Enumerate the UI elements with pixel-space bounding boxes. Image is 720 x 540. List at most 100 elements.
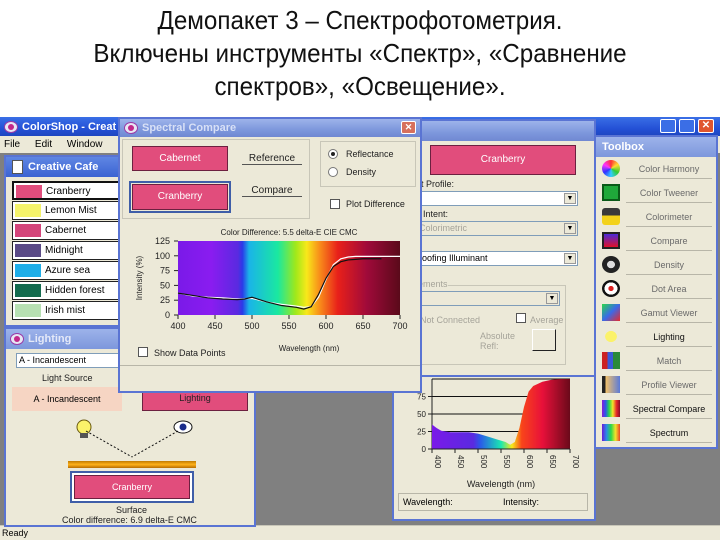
- x-tick-label: 650: [548, 455, 557, 469]
- toolbox-titlebar[interactable]: Toolbox: [596, 137, 716, 157]
- swatch-list-item[interactable]: Azure sea: [12, 261, 120, 280]
- profile-icon: [602, 376, 620, 393]
- reference-swatch[interactable]: Cabernet: [132, 146, 228, 171]
- toolbox-item-color-tweener[interactable]: Color Tweener: [596, 181, 716, 205]
- palette-titlebar[interactable]: Creative Cafe: [6, 157, 120, 177]
- density-label: Density: [346, 167, 377, 177]
- close-button[interactable]: ✕: [698, 119, 714, 133]
- absolute-refl-button[interactable]: [532, 329, 556, 351]
- slide-title: Демопакет 3 – Спектрофотометрия. Включен…: [25, 0, 695, 115]
- toolbox-item-spectrum[interactable]: Spectrum: [596, 421, 716, 445]
- plot-difference-checkbox[interactable]: [330, 199, 340, 209]
- colorimeter-icon: [602, 208, 620, 225]
- menu-file[interactable]: File: [4, 139, 20, 150]
- status-bar: Ready: [0, 525, 720, 540]
- show-data-points-checkbox[interactable]: [138, 347, 148, 357]
- toolbox-item-profile-viewer[interactable]: Profile Viewer: [596, 373, 716, 397]
- light-source-select-value: A - Incandescent: [19, 355, 87, 365]
- reference-button[interactable]: Reference: [242, 153, 302, 165]
- swatch-color-chip: [15, 244, 41, 257]
- toolbox-item-label: Spectral Compare: [626, 399, 712, 419]
- y-tick-label: 50: [160, 280, 170, 290]
- chevron-down-icon: ▼: [546, 293, 558, 304]
- palette-window: Creative Cafe Cranberry Lemon Mist Caberne…: [4, 155, 122, 327]
- x-axis-label: Wavelength (nm): [467, 479, 535, 489]
- spectral-compare-close-button[interactable]: ✕: [401, 121, 416, 134]
- swatch-list-item[interactable]: Cranberry: [12, 181, 120, 200]
- light-source-select[interactable]: A - Incandescent: [16, 353, 124, 368]
- settings-titlebar[interactable]: [416, 121, 594, 141]
- density-radio[interactable]: [328, 167, 338, 177]
- toolbox-item-label: Dot Area: [626, 279, 712, 299]
- swatch-list-item[interactable]: Cabernet: [12, 221, 120, 240]
- settings-swatch[interactable]: Cranberry: [430, 145, 576, 175]
- y-tick-label: 50: [417, 410, 426, 419]
- x-tick-label: 650: [355, 321, 370, 331]
- toolbox-item-label: Match: [626, 351, 712, 371]
- reflectance-radio[interactable]: [328, 149, 338, 159]
- lighting-diagram: [76, 419, 193, 458]
- palette-title: Creative Cafe: [28, 161, 99, 173]
- illuminant-select[interactable]: roofing Illuminant ▼: [416, 251, 578, 266]
- swatch-list-item[interactable]: Lemon Mist: [12, 201, 120, 220]
- x-tick-label: 400: [433, 455, 442, 469]
- spectrum-readout: Wavelength: Intensity:: [398, 493, 588, 511]
- y-tick-label: 25: [160, 295, 170, 305]
- menu-window[interactable]: Window: [67, 139, 103, 150]
- swatch-color-chip: [16, 185, 42, 198]
- toolbox-item-match[interactable]: Match: [596, 349, 716, 373]
- toolbox-item-label: Color Harmony: [626, 159, 712, 179]
- toolbox-item-color-harmony[interactable]: Color Harmony: [596, 157, 716, 181]
- desktop-screen: ColorShop - Creat ✕ File Edit Window Hel…: [0, 117, 720, 540]
- light-source-label: Light Source: [42, 373, 93, 383]
- toolbox-item-dot-area[interactable]: Dot Area: [596, 277, 716, 301]
- slide-title-line-2: Включены инструменты «Спектр», «Сравнени…: [93, 38, 627, 68]
- x-axis-label: Wavelength (nm): [279, 344, 340, 353]
- spectral-compare-divider: [120, 365, 420, 366]
- compare-swatch[interactable]: Cranberry: [132, 184, 228, 210]
- toolbox-item-label: Profile Viewer: [626, 375, 712, 395]
- spectral-compare-titlebar[interactable]: Spectral Compare ✕: [120, 119, 420, 137]
- status-text: Ready: [2, 528, 29, 538]
- chevron-down-icon: ▼: [564, 253, 576, 264]
- toolbox-title: Toolbox: [602, 141, 644, 153]
- swatch-list-item[interactable]: Midnight: [12, 241, 120, 260]
- connection-status: Not Connected: [420, 315, 481, 325]
- toolbox-item-lighting[interactable]: Lighting: [596, 325, 716, 349]
- average-checkbox[interactable]: [516, 313, 526, 323]
- spectral-compare-window: Spectral Compare ✕ Cabernet Cranberry Re…: [118, 117, 422, 393]
- toolbox-item-compare[interactable]: Compare: [596, 229, 716, 253]
- toolbox-item-density[interactable]: Density: [596, 253, 716, 277]
- compare-icon: [602, 232, 620, 249]
- surface-swatch[interactable]: Cranberry: [74, 475, 190, 499]
- x-tick-label: 550: [502, 455, 511, 469]
- swatch-color-chip: [15, 284, 41, 297]
- swatch-name: Irish mist: [45, 305, 85, 316]
- swatch-list-item[interactable]: Irish mist: [12, 301, 120, 320]
- color-wheel-icon: [602, 160, 620, 177]
- toolbox-item-gamut-viewer[interactable]: Gamut Viewer: [596, 301, 716, 325]
- x-tick-label: 400: [170, 321, 185, 331]
- minimize-button[interactable]: [660, 119, 676, 133]
- mode-group: [320, 141, 416, 187]
- swatch-list-item[interactable]: Hidden forest: [12, 281, 120, 300]
- match-icon: [602, 352, 620, 369]
- menu-edit[interactable]: Edit: [35, 139, 52, 150]
- lighting-title: Lighting: [28, 333, 72, 345]
- x-tick-label: 550: [281, 321, 296, 331]
- plot-difference-label: Plot Difference: [346, 199, 405, 209]
- instrument-select[interactable]: ▼: [416, 291, 560, 306]
- profile-select[interactable]: ▼: [416, 191, 578, 206]
- compare-chart: Color Difference: 5.5 delta-E CIE CMC 0 25…: [135, 228, 408, 353]
- x-tick-label: 600: [318, 321, 333, 331]
- toolbox-item-spectral-compare[interactable]: Spectral Compare: [596, 397, 716, 421]
- y-tick-label: 25: [417, 428, 426, 437]
- slide-title-line-3: спектров», «Освещение».: [214, 71, 506, 101]
- slide-title-line-1: Демопакет 3 – Спектрофотометрия.: [157, 5, 563, 35]
- spectrum-icon: [602, 424, 620, 441]
- toolbox-item-colorimeter[interactable]: Colorimeter: [596, 205, 716, 229]
- readout-wavelength-label: Wavelength:: [403, 497, 453, 507]
- compare-button[interactable]: Compare: [242, 185, 302, 197]
- restore-button[interactable]: [679, 119, 695, 133]
- intent-select[interactable]: Colorimetric ▼: [416, 221, 578, 236]
